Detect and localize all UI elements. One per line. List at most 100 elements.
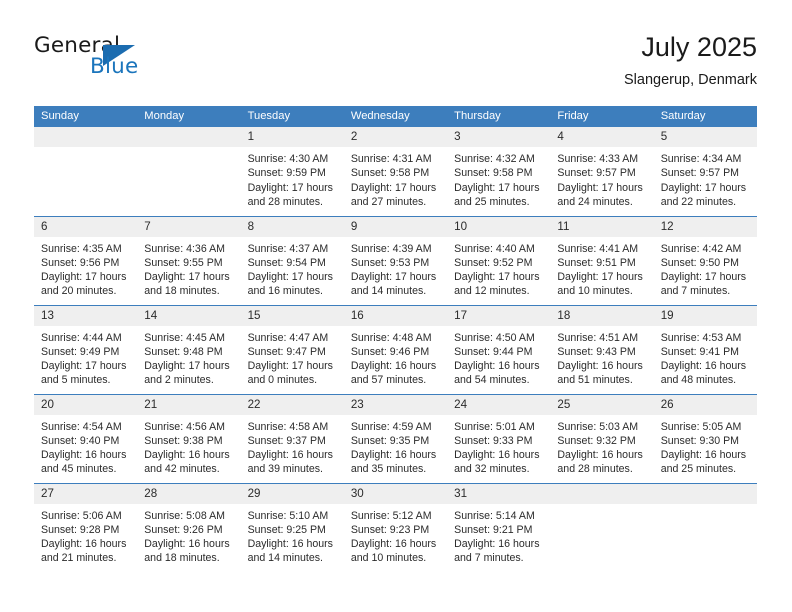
day-details: Sunrise: 4:51 AM Sunset: 9:43 PM Daylight:…	[550, 326, 653, 388]
day-number: 17	[447, 305, 551, 326]
day-number: 16	[343, 305, 448, 326]
day-details: Sunrise: 4:54 AM Sunset: 9:40 PM Daylight:…	[34, 415, 137, 477]
sunset-text: Sunset: 9:38 PM	[144, 434, 223, 447]
daylight-text-line1: Daylight: 16 hours	[144, 538, 230, 551]
calendar-day-cell[interactable]: 27 Sunrise: 5:06 AM Sunset: 9:28 PM Dayligh…	[34, 482, 138, 572]
daylight-text-line1: Daylight: 16 hours	[41, 449, 127, 462]
calendar-day-cell[interactable]: 17 Sunrise: 4:50 AM Sunset: 9:44 PM Dayligh…	[447, 304, 551, 394]
daylight-text-line2: and 57 minutes.	[350, 374, 427, 387]
calendar-day-cell[interactable]: 21 Sunrise: 4:56 AM Sunset: 9:38 PM Dayligh…	[137, 393, 241, 483]
daylight-text-line2: and 14 minutes.	[350, 285, 427, 298]
sunset-text: Sunset: 9:28 PM	[41, 523, 120, 536]
calendar-day-cell[interactable]: 15 Sunrise: 4:47 AM Sunset: 9:47 PM Dayligh…	[240, 304, 344, 394]
sunset-text: Sunset: 9:54 PM	[247, 256, 326, 269]
calendar-day-cell[interactable]: 28 Sunrise: 5:08 AM Sunset: 9:26 PM Dayligh…	[137, 482, 241, 572]
calendar-day-cell[interactable]: 7 Sunrise: 4:36 AM Sunset: 9:55 PM Daylight…	[137, 215, 241, 305]
day-details: Sunrise: 4:40 AM Sunset: 9:52 PM Daylight:…	[447, 237, 550, 299]
page-subtitle-location: Slangerup, Denmark	[624, 72, 757, 88]
sunrise-text: Sunrise: 4:39 AM	[350, 242, 432, 255]
calendar-day-cell[interactable]: 12 Sunrise: 4:42 AM Sunset: 9:50 PM Dayligh…	[653, 215, 757, 305]
daylight-text-line2: and 16 minutes.	[247, 285, 323, 298]
weekday-header-wednesday: Wednesday	[343, 106, 448, 127]
daylight-text-line2: and 28 minutes.	[247, 195, 323, 208]
day-details: Sunrise: 4:34 AM Sunset: 9:57 PM Daylight:…	[654, 147, 757, 209]
day-number	[137, 127, 241, 147]
sunset-text: Sunset: 9:33 PM	[454, 434, 533, 447]
sunrise-text: Sunrise: 4:40 AM	[454, 242, 535, 255]
daylight-text-line2: and 10 minutes.	[350, 552, 427, 565]
calendar-day-cell[interactable]: 2 Sunrise: 4:31 AM Sunset: 9:58 PM Daylight…	[343, 127, 448, 216]
calendar-day-cell[interactable]: 13 Sunrise: 4:44 AM Sunset: 9:49 PM Dayligh…	[34, 304, 138, 394]
calendar-day-cell[interactable]: 30 Sunrise: 5:12 AM Sunset: 9:23 PM Dayligh…	[343, 482, 448, 572]
daylight-text-line2: and 24 minutes.	[557, 195, 633, 208]
sunrise-text: Sunrise: 4:35 AM	[41, 242, 122, 255]
calendar-day-cell[interactable]: 31 Sunrise: 5:14 AM Sunset: 9:21 PM Dayligh…	[447, 482, 551, 572]
daylight-text-line2: and 45 minutes.	[41, 463, 117, 476]
calendar-day-cell[interactable]: 1 Sunrise: 4:30 AM Sunset: 9:59 PM Daylight…	[240, 127, 344, 216]
daylight-text-line1: Daylight: 16 hours	[247, 538, 333, 551]
day-details: Sunrise: 5:12 AM Sunset: 9:23 PM Daylight:…	[344, 504, 447, 566]
sunset-text: Sunset: 9:51 PM	[557, 256, 636, 269]
day-details: Sunrise: 4:44 AM Sunset: 9:49 PM Daylight:…	[34, 326, 137, 388]
daylight-text-line1: Daylight: 16 hours	[350, 538, 437, 551]
calendar-day-cell[interactable]: 6 Sunrise: 4:35 AM Sunset: 9:56 PM Daylight…	[34, 215, 138, 305]
daylight-text-line1: Daylight: 17 hours	[557, 181, 643, 194]
sunset-text: Sunset: 9:47 PM	[247, 345, 326, 358]
day-details: Sunrise: 5:08 AM Sunset: 9:26 PM Daylight:…	[137, 504, 240, 566]
day-number	[653, 483, 757, 504]
calendar-day-cell[interactable]: 20 Sunrise: 4:54 AM Sunset: 9:40 PM Dayligh…	[34, 393, 138, 483]
daylight-text-line1: Daylight: 17 hours	[454, 271, 540, 284]
daylight-text-line2: and 35 minutes.	[350, 463, 427, 476]
weekday-header-tuesday: Tuesday	[240, 106, 344, 127]
sunrise-text: Sunrise: 5:05 AM	[660, 420, 742, 433]
day-details: Sunrise: 4:42 AM Sunset: 9:50 PM Daylight:…	[654, 237, 757, 299]
day-details	[137, 147, 240, 152]
daylight-text-line1: Daylight: 16 hours	[454, 538, 540, 551]
calendar-day-cell[interactable]: 25 Sunrise: 5:03 AM Sunset: 9:32 PM Dayligh…	[550, 393, 654, 483]
day-details: Sunrise: 4:39 AM Sunset: 9:53 PM Daylight:…	[344, 237, 447, 299]
general-blue-logo[interactable]: General Blue	[34, 33, 214, 87]
calendar-day-cell[interactable]: 9 Sunrise: 4:39 AM Sunset: 9:53 PM Daylight…	[343, 215, 448, 305]
daylight-text-line2: and 0 minutes.	[247, 374, 318, 387]
calendar-day-cell[interactable]: 3 Sunrise: 4:32 AM Sunset: 9:58 PM Daylight…	[447, 127, 551, 216]
daylight-text-line1: Daylight: 17 hours	[144, 271, 230, 284]
calendar-day-cell[interactable]: 18 Sunrise: 4:51 AM Sunset: 9:43 PM Dayligh…	[550, 304, 654, 394]
sunset-text: Sunset: 9:56 PM	[41, 256, 120, 269]
day-details: Sunrise: 5:14 AM Sunset: 9:21 PM Daylight:…	[447, 504, 550, 566]
calendar-day-cell[interactable]: 19 Sunrise: 4:53 AM Sunset: 9:41 PM Dayligh…	[653, 304, 757, 394]
sunset-text: Sunset: 9:30 PM	[660, 434, 740, 447]
sunset-text: Sunset: 9:57 PM	[660, 167, 740, 180]
calendar-day-cell[interactable]: 11 Sunrise: 4:41 AM Sunset: 9:51 PM Dayligh…	[550, 215, 654, 305]
day-details: Sunrise: 4:33 AM Sunset: 9:57 PM Daylight:…	[550, 147, 653, 209]
sunrise-text: Sunrise: 4:54 AM	[41, 420, 122, 433]
calendar-day-cell[interactable]: 16 Sunrise: 4:48 AM Sunset: 9:46 PM Dayligh…	[343, 304, 448, 394]
calendar-day-cell[interactable]: 8 Sunrise: 4:37 AM Sunset: 9:54 PM Daylight…	[240, 215, 344, 305]
daylight-text-line1: Daylight: 17 hours	[660, 181, 747, 194]
sunrise-text: Sunrise: 4:51 AM	[557, 331, 639, 344]
day-number: 10	[447, 216, 551, 237]
calendar-day-cell[interactable]: 29 Sunrise: 5:10 AM Sunset: 9:25 PM Dayligh…	[240, 482, 344, 572]
day-number: 28	[137, 483, 241, 504]
day-details: Sunrise: 4:50 AM Sunset: 9:44 PM Daylight:…	[447, 326, 550, 388]
daylight-text-line1: Daylight: 16 hours	[350, 449, 437, 462]
calendar-day-cell[interactable]: 26 Sunrise: 5:05 AM Sunset: 9:30 PM Dayligh…	[653, 393, 757, 483]
daylight-text-line2: and 18 minutes.	[144, 285, 220, 298]
calendar-day-cell[interactable]: 14 Sunrise: 4:45 AM Sunset: 9:48 PM Dayligh…	[137, 304, 241, 394]
calendar-day-cell[interactable]: 23 Sunrise: 4:59 AM Sunset: 9:35 PM Dayligh…	[343, 393, 448, 483]
sunset-text: Sunset: 9:57 PM	[557, 167, 636, 180]
daylight-text-line2: and 10 minutes.	[557, 285, 633, 298]
sunrise-text: Sunrise: 4:42 AM	[660, 242, 742, 255]
day-details: Sunrise: 5:10 AM Sunset: 9:25 PM Daylight:…	[241, 504, 344, 566]
day-number: 4	[550, 127, 654, 147]
calendar-day-cell[interactable]: 22 Sunrise: 4:58 AM Sunset: 9:37 PM Dayligh…	[240, 393, 344, 483]
calendar-day-cell[interactable]: 24 Sunrise: 5:01 AM Sunset: 9:33 PM Dayligh…	[447, 393, 551, 483]
calendar-day-cell[interactable]: 4 Sunrise: 4:33 AM Sunset: 9:57 PM Daylight…	[550, 127, 654, 216]
sunset-text: Sunset: 9:40 PM	[41, 434, 120, 447]
day-number	[34, 127, 138, 147]
calendar-day-cell[interactable]: 10 Sunrise: 4:40 AM Sunset: 9:52 PM Dayligh…	[447, 215, 551, 305]
sunrise-text: Sunrise: 4:32 AM	[454, 153, 535, 165]
sunset-text: Sunset: 9:44 PM	[454, 345, 533, 358]
calendar-day-cell[interactable]: 5 Sunrise: 4:34 AM Sunset: 9:57 PM Daylight…	[653, 127, 757, 216]
calendar-week-row: 13 Sunrise: 4:44 AM Sunset: 9:49 PM Dayligh…	[34, 304, 757, 394]
day-number: 15	[240, 305, 344, 326]
